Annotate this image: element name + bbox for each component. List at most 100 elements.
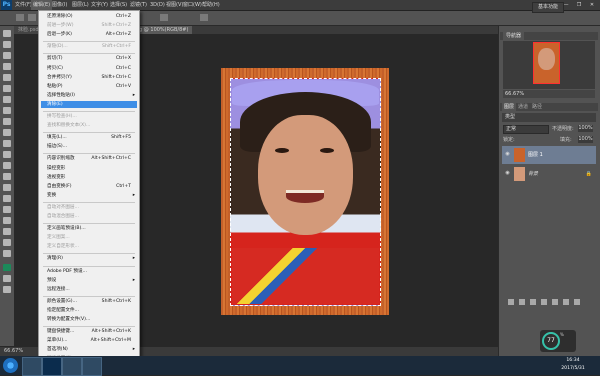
edit-menu-item[interactable]: 转换为配置文件(V)... bbox=[41, 316, 137, 323]
move-tool-icon[interactable] bbox=[3, 30, 11, 37]
tab-layers[interactable]: 图层 bbox=[502, 103, 517, 111]
submenu-arrow-icon: ▸ bbox=[132, 277, 135, 283]
new-selection-icon[interactable] bbox=[28, 14, 36, 21]
eyedropper-tool-icon[interactable] bbox=[3, 85, 11, 92]
close-button[interactable]: ✕ bbox=[586, 0, 598, 10]
edit-menu-item[interactable]: 键盘快捷键... Alt+Shift+Ctrl+K bbox=[41, 328, 137, 335]
edit-menu-item[interactable]: 清除(E) bbox=[41, 100, 137, 108]
edit-menu-item[interactable]: 拷贝(C) Ctrl+C bbox=[41, 65, 137, 72]
quick-select-tool-icon[interactable] bbox=[3, 63, 11, 70]
menu-3[interactable]: 图层(L) bbox=[70, 0, 91, 10]
blend-mode-select[interactable]: 正常 bbox=[503, 125, 549, 134]
marquee-tool-icon[interactable] bbox=[3, 41, 11, 48]
pen-tool-icon[interactable] bbox=[3, 184, 11, 191]
photoshop-taskbar-icon[interactable] bbox=[42, 357, 62, 376]
edit-menu-item[interactable]: 合并拷贝(Y) Shift+Ctrl+C bbox=[41, 74, 137, 81]
edit-menu-item: 拼写检查(H)... bbox=[41, 113, 137, 120]
distribute-icon[interactable] bbox=[160, 14, 168, 21]
edit-menu-item[interactable]: 还原清除(O) Ctrl+Z bbox=[41, 13, 137, 20]
fill-label: 填充: bbox=[560, 137, 572, 143]
layer-mask-icon[interactable] bbox=[530, 299, 536, 305]
screen-mode-tool-icon[interactable] bbox=[3, 286, 11, 293]
zoom-tool-icon[interactable] bbox=[3, 239, 11, 246]
hand-tool-icon[interactable] bbox=[3, 228, 11, 235]
menu-4[interactable]: 文字(Y) bbox=[89, 0, 110, 10]
shape-tool-icon[interactable] bbox=[3, 217, 11, 224]
edit-menu-item[interactable]: 自由变换(F) Ctrl+T bbox=[41, 183, 137, 190]
tab-channels[interactable]: 通道 bbox=[516, 103, 530, 111]
3d-mode-icon[interactable] bbox=[200, 14, 208, 21]
edit-menu-item[interactable]: 选择性粘贴(I) ▸ bbox=[41, 92, 137, 99]
restore-button[interactable]: ❐ bbox=[573, 0, 585, 10]
edit-menu-item[interactable]: Adobe PDF 预设... bbox=[41, 268, 137, 275]
menu-10[interactable]: 帮助(H) bbox=[200, 0, 222, 10]
edit-menu-item[interactable]: 描边(S)... bbox=[41, 143, 137, 150]
delete-layer-icon[interactable] bbox=[574, 299, 580, 305]
menu-6[interactable]: 滤镜(T) bbox=[128, 0, 149, 10]
edit-menu-item[interactable]: 清理(R) ▸ bbox=[41, 255, 137, 262]
tab-navigator[interactable]: 导航器 bbox=[503, 32, 525, 40]
layer-filter-kind[interactable]: 类型 bbox=[502, 113, 596, 122]
layer-row-layer1[interactable]: ◉ 图层 1 bbox=[502, 146, 596, 164]
menu-separator bbox=[43, 223, 135, 225]
navigator-thumbnail bbox=[538, 48, 555, 70]
link-layers-icon[interactable] bbox=[508, 299, 514, 305]
edit-menu-item[interactable]: 粘贴(P) Ctrl+V bbox=[41, 83, 137, 90]
start-button-icon[interactable] bbox=[3, 358, 18, 373]
blur-tool-icon[interactable] bbox=[3, 162, 11, 169]
edit-menu-item[interactable]: 预设 ▸ bbox=[41, 277, 137, 284]
foreground-color-tool-icon[interactable] bbox=[3, 264, 11, 271]
edit-menu-item[interactable]: 填充(L)... Shift+F5 bbox=[41, 134, 137, 141]
layer-style-icon[interactable] bbox=[519, 299, 525, 305]
healing-tool-icon[interactable] bbox=[3, 96, 11, 103]
explorer-taskbar-icon[interactable] bbox=[22, 357, 42, 376]
layer-row-background[interactable]: ◉ 背景 🔒 bbox=[502, 165, 596, 183]
edit-menu-item[interactable]: 剪切(T) Ctrl+X bbox=[41, 55, 137, 62]
extra-tool-icon[interactable] bbox=[3, 250, 11, 257]
edit-menu-item[interactable]: 后退一步(K) Alt+Ctrl+Z bbox=[41, 31, 137, 38]
tool-preset-icon[interactable] bbox=[16, 14, 24, 21]
fill-input[interactable]: 100% bbox=[578, 136, 593, 143]
mode-tool-icon[interactable] bbox=[3, 275, 11, 282]
type-tool-icon[interactable] bbox=[3, 195, 11, 202]
gradient-tool-icon[interactable] bbox=[3, 151, 11, 158]
opacity-input[interactable]: 100% bbox=[578, 125, 593, 132]
eraser-tool-icon[interactable] bbox=[3, 140, 11, 147]
menu-1[interactable]: 编辑(E) bbox=[31, 0, 53, 10]
edit-menu-item[interactable]: 颜色设置(G)... Shift+Ctrl+K bbox=[41, 298, 137, 305]
adjustment-layer-icon[interactable] bbox=[541, 299, 547, 305]
edit-menu-item[interactable]: 定义画笔预设(B)... bbox=[41, 225, 137, 232]
edit-menu-item[interactable]: 变换 ▸ bbox=[41, 192, 137, 199]
clone-tool-icon[interactable] bbox=[3, 118, 11, 125]
new-layer-icon[interactable] bbox=[563, 299, 569, 305]
taskbar-clock[interactable]: 16:34 2017/5/31 bbox=[548, 357, 598, 374]
edit-menu-item[interactable]: 菜单(U)... Alt+Shift+Ctrl+M bbox=[41, 337, 137, 344]
menu-item-shortcut: Shift+F5 bbox=[111, 135, 131, 141]
edit-menu-item[interactable]: 远程连接... bbox=[41, 286, 137, 293]
menu-5[interactable]: 选择(S) bbox=[108, 0, 129, 10]
new-group-icon[interactable] bbox=[552, 299, 558, 305]
visibility-eye-icon[interactable]: ◉ bbox=[504, 151, 511, 158]
menu-2[interactable]: 图像(I) bbox=[50, 0, 69, 10]
tab-paths[interactable]: 路径 bbox=[530, 103, 544, 111]
brush-tool-icon[interactable] bbox=[3, 107, 11, 114]
dodge-tool-icon[interactable] bbox=[3, 173, 11, 180]
layer-name[interactable]: 背景 bbox=[528, 170, 538, 178]
edit-menu-item[interactable]: 透视变形 bbox=[41, 174, 137, 181]
lasso-tool-icon[interactable] bbox=[3, 52, 11, 59]
path-select-tool-icon[interactable] bbox=[3, 206, 11, 213]
visibility-eye-icon[interactable]: ◉ bbox=[504, 170, 511, 177]
edit-menu-item[interactable]: 指定配置文件... bbox=[41, 307, 137, 314]
menu-separator bbox=[43, 111, 135, 112]
browser-taskbar-icon[interactable] bbox=[62, 357, 82, 376]
navigator-zoom-value[interactable]: 66.67% bbox=[505, 90, 524, 98]
crop-tool-icon[interactable] bbox=[3, 74, 11, 81]
history-tool-icon[interactable] bbox=[3, 129, 11, 136]
layer-name[interactable]: 图层 1 bbox=[528, 151, 543, 159]
edit-menu-item[interactable]: 首选项(N) ▸ bbox=[41, 346, 137, 353]
app-taskbar-icon[interactable] bbox=[82, 357, 102, 376]
workspace-switcher[interactable]: 基本功能 bbox=[532, 2, 564, 13]
edit-menu-item[interactable]: 内容识别缩放 Alt+Shift+Ctrl+C bbox=[41, 155, 137, 162]
menu-separator bbox=[43, 265, 135, 267]
edit-menu-item[interactable]: 操控变形 bbox=[41, 165, 137, 172]
